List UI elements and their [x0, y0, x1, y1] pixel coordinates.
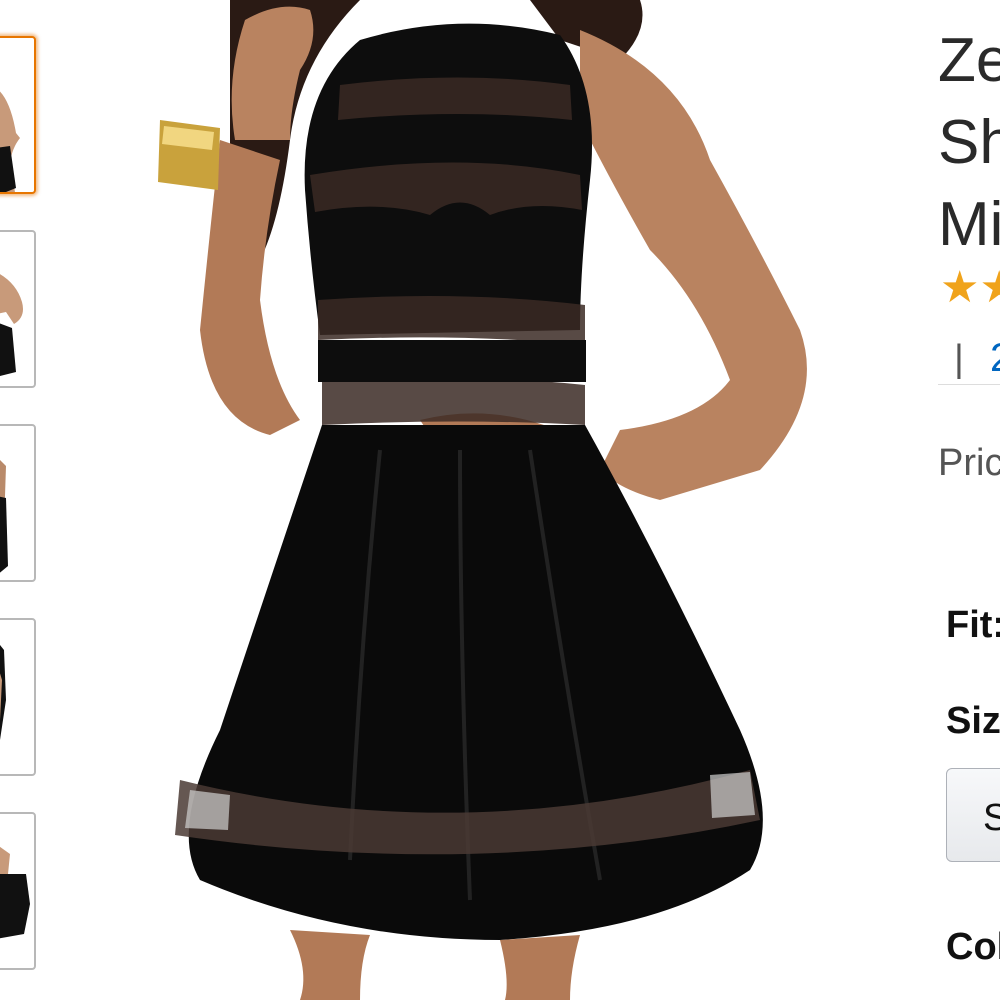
size-label: Siz — [946, 700, 1000, 742]
product-title-line-1[interactable]: Ze — [938, 30, 1000, 92]
rating-count-link[interactable]: 2 — [990, 336, 1000, 381]
thumbnail-strip — [0, 0, 42, 1000]
main-product-image[interactable] — [60, 0, 820, 1000]
thumbnail-image — [0, 460, 8, 573]
thumbnail-5[interactable] — [0, 812, 36, 970]
thumbnail-image — [0, 846, 30, 939]
rating-stars[interactable]: ★★ — [940, 266, 1000, 310]
price-label: Pric — [938, 442, 1000, 484]
rating-separator: | — [954, 338, 964, 380]
thumbnail-image — [0, 645, 6, 740]
thumbnail-2[interactable] — [0, 230, 36, 388]
thumbnail-1[interactable] — [0, 36, 36, 194]
product-title-line-2[interactable]: Sh — [938, 112, 1000, 174]
thumbnail-4[interactable] — [0, 618, 36, 776]
product-title-line-3[interactable]: Mi — [938, 194, 1000, 256]
thumbnail-3[interactable] — [0, 424, 36, 582]
star-icon: ★ — [979, 263, 1000, 312]
product-details: Ze Sh Mi ★★ | 2 Pric Fit: Siz S Col — [938, 0, 1000, 1000]
size-button[interactable]: S — [946, 768, 1000, 862]
star-icon: ★ — [940, 263, 980, 312]
thumbnail-image — [0, 274, 23, 376]
fit-label: Fit: — [946, 604, 1000, 646]
color-label: Col — [946, 926, 1000, 968]
divider — [938, 384, 1000, 385]
thumbnail-image — [0, 91, 20, 192]
dress-photo — [158, 0, 807, 1000]
